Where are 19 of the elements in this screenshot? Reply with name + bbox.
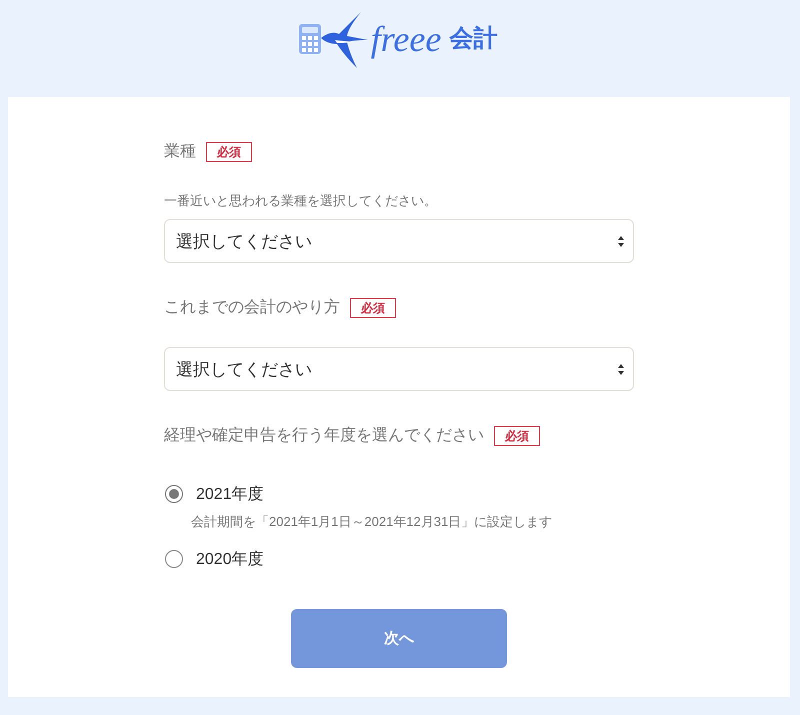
calculator-icon	[298, 24, 321, 54]
select-field[interactable]: 選択してください	[164, 219, 634, 263]
radio-label[interactable]: 2021年度	[196, 484, 264, 504]
radio-button[interactable]	[165, 550, 183, 568]
logo-wordmark: freee	[370, 20, 442, 56]
option-note: 会計期間を「2021年1月1日～2021年12月31日」に設定します	[191, 514, 554, 530]
product-name: 会計	[449, 26, 498, 50]
select-arrows-icon	[618, 236, 624, 246]
field-hint: 一番近いと思われる業種を選択してください。	[164, 192, 438, 210]
required-badge: 必須	[350, 298, 396, 318]
radio-button[interactable]	[165, 485, 183, 503]
field-label: これまでの会計のやり方	[164, 298, 340, 318]
required-badge: 必須	[494, 426, 540, 446]
field-label: 業種	[164, 142, 196, 162]
radio-label[interactable]: 2020年度	[196, 548, 264, 570]
select-arrows-icon	[618, 364, 624, 374]
select-field[interactable]: 選択してください	[164, 347, 634, 391]
field-label: 経理や確定申告を行う年度を選んでください	[164, 426, 484, 446]
required-badge: 必須	[206, 142, 252, 162]
